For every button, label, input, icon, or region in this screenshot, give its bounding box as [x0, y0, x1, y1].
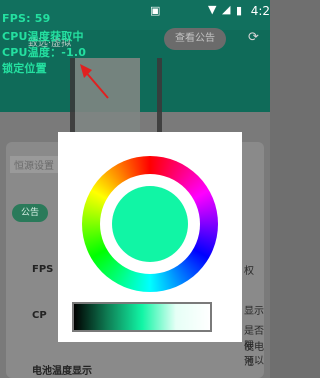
notice-tag[interactable]: 公告 [12, 204, 48, 222]
row-side-4: 可以 [244, 356, 264, 367]
status-time: 4:2 [250, 4, 270, 18]
row-label-battery: 电池温度显示 [32, 366, 92, 377]
color-picker-dialog [58, 132, 242, 342]
view-notice-button[interactable]: 查看公告 [164, 28, 226, 50]
row-side-1: 显示 [244, 306, 264, 317]
signal-icon: ◢ [222, 3, 231, 16]
fps-readout: FPS: 59 [2, 12, 51, 25]
row-side-0: 权 [244, 266, 254, 277]
hue-wheel-inner [100, 174, 200, 274]
sim-icon: ▣ [150, 4, 161, 17]
refresh-icon[interactable]: ⟳ [248, 30, 262, 45]
selected-color-swatch[interactable] [112, 186, 188, 262]
brightness-slider[interactable] [72, 302, 212, 332]
section-title: 恒源设置 [10, 156, 58, 173]
wifi-icon: ▼ [208, 3, 217, 16]
cpu-freq-readout: CPU温度获取中 [2, 30, 84, 43]
lock-position-label[interactable]: 锁定位置 [2, 60, 47, 76]
hue-wheel[interactable] [82, 156, 218, 292]
battery-icon: ▮ [236, 4, 243, 17]
row-label-fps: FPS [32, 264, 54, 275]
row-label-cpu: CP [32, 310, 47, 321]
cpu-temp-readout: CPU温度：-1.0 [2, 46, 87, 59]
